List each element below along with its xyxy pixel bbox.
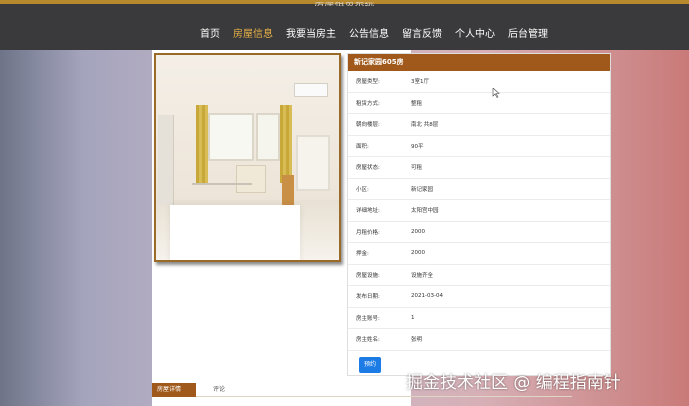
field-label: 押金: <box>356 251 369 258</box>
field-value: 可租 <box>411 165 423 172</box>
site-title: 房屋租赁系统 <box>0 2 689 6</box>
field-row: 租赁方式: 整租 <box>348 93 610 114</box>
nav-house-info[interactable]: 房屋信息 <box>233 25 273 40</box>
book-button[interactable]: 预约 <box>359 356 381 373</box>
field-row: 房屋状态: 可租 <box>348 157 610 179</box>
nav-announcements[interactable]: 公告信息 <box>349 25 389 40</box>
photo-curtain-left <box>196 105 208 183</box>
field-value: 新记家园 <box>411 186 434 193</box>
photo-shelf <box>296 135 330 191</box>
field-row: 面积: 90平 <box>348 136 610 157</box>
field-row: 房主姓名: 张明 <box>348 329 610 351</box>
field-label: 房屋设施: <box>356 272 380 279</box>
field-value: 3室1厅 <box>411 79 429 86</box>
photo-door <box>158 115 174 205</box>
top-navbar: 房屋租赁系统 首页 房屋信息 我要当房主 公告信息 留言反馈 个人中心 后台管理 <box>0 0 689 50</box>
field-value: 2021-03-04 <box>411 293 443 300</box>
photo-radiator <box>192 183 252 185</box>
photo-curtain-right <box>280 105 292 183</box>
field-label: 发布日期: <box>356 294 380 301</box>
photo-window-side <box>256 113 280 161</box>
field-value: 1 <box>411 314 415 321</box>
field-value: 太阳宫中园 <box>411 208 439 215</box>
field-value: 2000 <box>411 228 425 235</box>
nav-admin[interactable]: 后台管理 <box>508 25 548 40</box>
field-label: 房屋状态: <box>356 165 380 172</box>
field-value: 南北 共8层 <box>411 122 439 129</box>
field-row: 详细地址: 太阳宫中园 <box>348 200 610 222</box>
field-row: 押金: 2000 <box>348 243 610 265</box>
field-label: 租赁方式: <box>356 100 380 107</box>
tab-house-detail[interactable]: 房屋详情 <box>152 383 196 397</box>
field-label: 朝向楼层: <box>356 122 380 129</box>
nav-home[interactable]: 首页 <box>200 25 220 40</box>
mouse-cursor-icon <box>492 88 500 98</box>
house-photo <box>154 53 341 262</box>
field-value: 2000 <box>411 250 425 257</box>
field-label: 房主姓名: <box>356 337 380 344</box>
photo-bed <box>170 205 300 260</box>
watermark: 掘金技术社区 @ 编程指南针 <box>406 373 621 393</box>
field-label: 月租价格: <box>356 229 380 236</box>
field-label: 详细地址: <box>356 208 380 215</box>
field-row: 朝向楼层: 南北 共8层 <box>348 114 610 136</box>
photo-window <box>208 113 254 161</box>
field-value: 整租 <box>411 100 423 107</box>
field-row: 发布日期: 2021-03-04 <box>348 286 610 308</box>
field-label: 小区: <box>356 186 369 193</box>
main-nav: 首页 房屋信息 我要当房主 公告信息 留言反馈 个人中心 后台管理 <box>200 24 548 40</box>
house-title: 新记家园605房 <box>348 54 610 71</box>
field-label: 房屋类型: <box>356 79 380 86</box>
tab-comments[interactable]: 评论 <box>208 383 230 397</box>
field-row: 房主账号: 1 <box>348 308 610 329</box>
field-row: 房屋类型: 3室1厅 <box>348 71 610 93</box>
field-value: 设施齐全 <box>411 272 434 279</box>
nav-become-landlord[interactable]: 我要当房主 <box>286 25 336 40</box>
nav-feedback[interactable]: 留言反馈 <box>402 25 442 40</box>
field-value: 90平 <box>411 143 424 150</box>
field-label: 面积: <box>356 143 369 150</box>
nav-user-center[interactable]: 个人中心 <box>455 25 495 40</box>
photo-desk <box>236 165 266 193</box>
field-row: 月租价格: 2000 <box>348 222 610 243</box>
field-value: 张明 <box>411 337 423 344</box>
field-row: 房屋设施: 设施齐全 <box>348 265 610 286</box>
photo-air-conditioner <box>294 83 328 97</box>
house-detail-card: 新记家园605房 房屋类型: 3室1厅 租赁方式: 整租 朝向楼层: 南北 共8层 面… <box>347 53 611 376</box>
field-label: 房主账号: <box>356 315 380 322</box>
field-row: 小区: 新记家园 <box>348 179 610 200</box>
